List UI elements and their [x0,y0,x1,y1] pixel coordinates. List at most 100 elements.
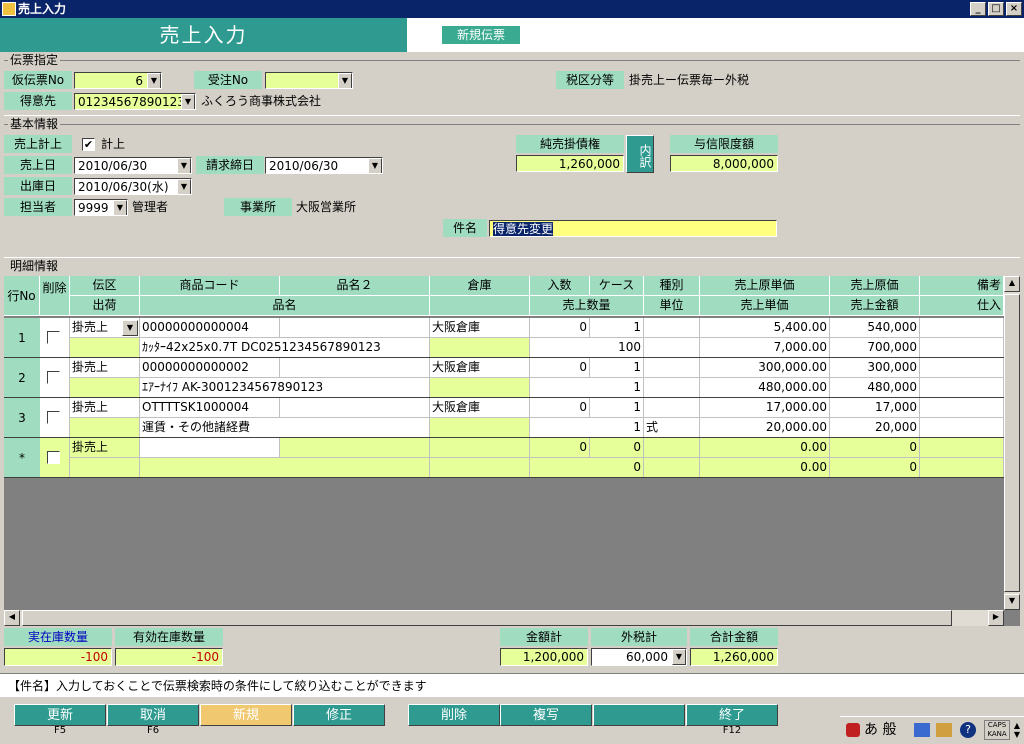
hscroll-thumb[interactable] [22,610,952,626]
kingaku-cell[interactable]: 0 [830,458,920,478]
function-button-4[interactable]: 修正 [293,704,385,726]
genka-cell[interactable]: 0 [830,438,920,458]
tanka-cell[interactable]: 480,000.00 [700,378,830,398]
keijo-checkbox[interactable]: ✔ [82,138,95,151]
hinmei2-cell[interactable] [280,318,430,338]
shiire-cell[interactable] [920,378,1004,398]
chevron-down-icon[interactable]: ▼ [672,649,686,665]
delete-cell[interactable] [40,358,70,398]
function-button-3[interactable]: 新規 [200,704,292,726]
genka-cell[interactable]: 300,000 [830,358,920,378]
shubetsu-cell[interactable] [644,398,700,418]
seikyu-date-field[interactable]: 2010/06/30 ▼ [265,157,383,174]
help-icon[interactable]: ? [960,722,976,738]
tokui-code-field[interactable]: 01234567890123 ▼ [74,93,196,110]
chevron-down-icon[interactable]: ▼ [113,200,127,215]
kingaku-cell[interactable]: 20,000 [830,418,920,438]
tani-cell[interactable] [644,378,700,398]
tani-cell[interactable] [644,458,700,478]
shukko-date-field[interactable]: 2010/06/30(水) ▼ [74,178,192,195]
tanka-cell[interactable]: 20,000.00 [700,418,830,438]
close-button[interactable]: × [1006,2,1022,16]
shiire-cell[interactable] [920,338,1004,358]
delete-cell[interactable] [40,398,70,438]
code-cell[interactable] [140,438,280,458]
genka-cell[interactable]: 540,000 [830,318,920,338]
delete-checkbox[interactable] [47,371,60,384]
tani-cell[interactable]: 式 [644,418,700,438]
chevron-down-icon[interactable]: ▼ [177,158,191,173]
suryo-cell[interactable]: 0 [530,458,644,478]
function-button-8[interactable]: 終了 [686,704,778,726]
chevron-down-icon[interactable]: ▼ [338,73,352,88]
horizontal-scrollbar[interactable]: ◀ ▶ [4,610,1004,626]
shukka-cell[interactable] [70,378,140,398]
hinmei2-cell[interactable] [280,398,430,418]
chevron-down-icon[interactable]: ▼ [122,320,138,336]
kari-no-field[interactable]: 6 ▼ [74,72,162,89]
genka-cell[interactable]: 17,000 [830,398,920,418]
tanka-cell[interactable]: 7,000.00 [700,338,830,358]
irisu-cell[interactable]: 0 [530,398,590,418]
function-button-2[interactable]: 取消 [107,704,199,726]
uchiwake-button[interactable]: 内訳 [626,135,654,173]
delete-checkbox[interactable] [47,451,60,464]
shukka-cell[interactable] [70,458,140,478]
hinmei-cell[interactable]: ｶｯﾀｰ42x25x0.7T DC0251234567890123 [140,338,430,358]
case-cell[interactable]: 1 [590,318,644,338]
scroll-down-icon[interactable]: ▼ [1004,594,1020,610]
delete-checkbox[interactable] [47,331,60,344]
gen-tanka-cell[interactable]: 300,000.00 [700,358,830,378]
juchu-field[interactable]: ▼ [265,72,353,89]
ime-dictionary-icon[interactable] [914,723,930,737]
hinmei2-cell[interactable] [280,438,430,458]
irisu-cell[interactable]: 0 [530,318,590,338]
code-cell[interactable]: OTTTTSK1000004 [140,398,280,418]
code-cell[interactable]: 00000000000002 [140,358,280,378]
tani-cell[interactable] [644,338,700,358]
function-button-5[interactable]: 削除 [408,704,500,726]
delete-checkbox[interactable] [47,411,60,424]
scroll-up-icon[interactable]: ▲ [1004,276,1020,292]
function-button-6[interactable]: 複写 [500,704,592,726]
function-button-1[interactable]: 更新 [14,704,106,726]
chevron-down-icon[interactable]: ▼ [181,94,195,109]
delete-cell[interactable] [40,438,70,478]
soko-cell[interactable]: 大阪倉庫 [430,318,530,338]
sotozei-field[interactable]: 60,000 ▼ [591,648,687,666]
function-button-7[interactable] [593,704,685,726]
ime-icon[interactable] [846,723,860,737]
case-cell[interactable]: 1 [590,358,644,378]
scroll-left-icon[interactable]: ◀ [4,610,20,626]
gen-tanka-cell[interactable]: 5,400.00 [700,318,830,338]
uriage-date-field[interactable]: 2010/06/30 ▼ [74,157,192,174]
ime-tool-icon[interactable] [936,723,952,737]
tray-arrow-icon[interactable]: ▲ ▼ [1012,721,1022,739]
hinmei-cell[interactable]: ｴｱｰﾅｲﾌ AK-3001234567890123 [140,378,430,398]
chevron-down-icon[interactable]: ▼ [368,158,382,173]
denku-cell[interactable]: 掛売上 [70,398,140,418]
kenmei-field[interactable]: 得意先変更 [489,220,777,237]
gen-tanka-cell[interactable]: 17,000.00 [700,398,830,418]
soko-cell[interactable]: 大阪倉庫 [430,358,530,378]
code-cell[interactable]: 00000000000004 [140,318,280,338]
gen-tanka-cell[interactable]: 0.00 [700,438,830,458]
shukka-cell[interactable] [70,418,140,438]
delete-cell[interactable] [40,318,70,358]
chevron-down-icon[interactable]: ▼ [177,179,191,194]
shubetsu-cell[interactable] [644,438,700,458]
hinmei-cell[interactable] [140,458,430,478]
biko-cell[interactable] [920,438,1004,458]
scroll-right-icon[interactable]: ▶ [988,610,1004,626]
soko-cell[interactable]: 大阪倉庫 [430,398,530,418]
tanto-code-field[interactable]: 9999 ▼ [74,199,128,216]
kingaku-cell[interactable]: 480,000 [830,378,920,398]
shubetsu-cell[interactable] [644,318,700,338]
scroll-thumb[interactable] [1004,294,1020,592]
denku-cell[interactable]: 掛売上 [70,358,140,378]
chevron-down-icon[interactable]: ▼ [147,73,161,88]
hinmei2-cell[interactable] [280,358,430,378]
shiire-cell[interactable] [920,418,1004,438]
irisu-cell[interactable]: 0 [530,358,590,378]
ime-mode[interactable]: あ 般 [864,721,896,739]
